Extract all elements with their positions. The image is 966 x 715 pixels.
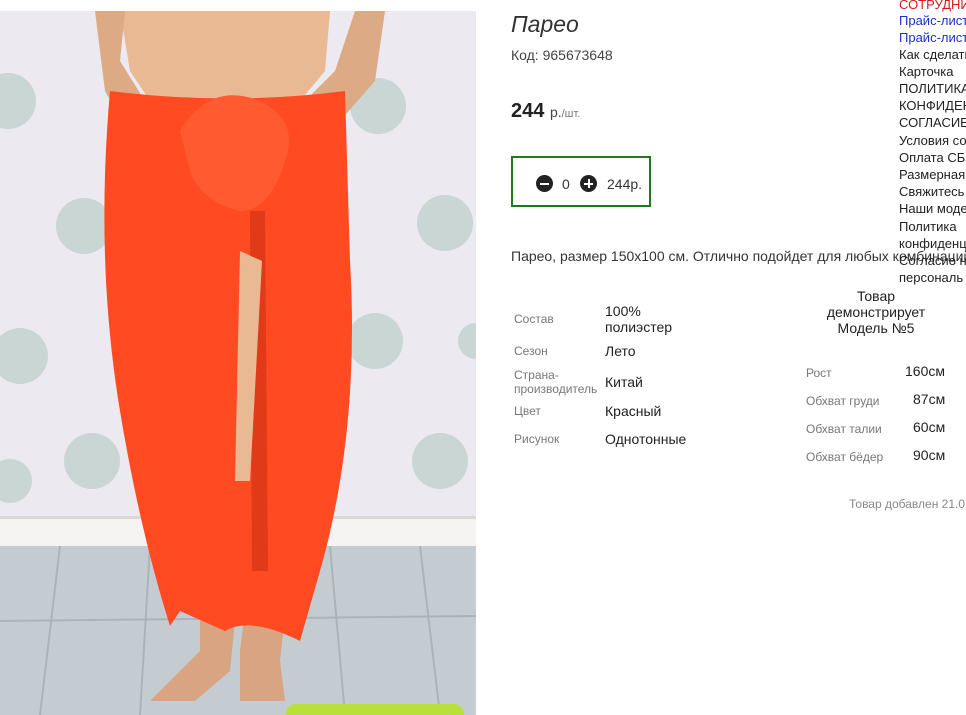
price-currency: р. bbox=[549, 104, 562, 120]
sidebar-item[interactable]: Условия со bbox=[899, 133, 966, 148]
model-size-value: 90см bbox=[913, 447, 946, 463]
info-sidebar: СОТРУДНИ Прайс-лист Прайс-лист Как сдела… bbox=[899, 0, 966, 290]
sidebar-item[interactable]: СОГЛАСИЕ bbox=[899, 115, 966, 130]
sidebar-item[interactable]: Согласие н bbox=[899, 253, 966, 268]
sidebar-item[interactable]: КОНФИДЕН bbox=[899, 98, 966, 113]
quantity-value[interactable]: 0 bbox=[562, 176, 570, 192]
model-size-value: 60см bbox=[913, 419, 946, 435]
property-value: Лето bbox=[605, 343, 636, 359]
property-value: Однотонные bbox=[605, 431, 687, 447]
sidebar-item[interactable]: Карточка bbox=[899, 64, 953, 79]
property-key: Страна-производитель bbox=[514, 368, 598, 396]
model-size-key: Обхват талии bbox=[806, 422, 882, 436]
product-photo-illustration bbox=[0, 11, 476, 715]
added-date-text: Товар добавлен 21.0 bbox=[849, 497, 966, 511]
model-size-key: Обхват груди bbox=[806, 394, 880, 408]
product-title: Парео bbox=[511, 11, 579, 37]
add-to-cart-button[interactable] bbox=[286, 704, 464, 715]
model-size-row: Обхват груди 87см bbox=[806, 391, 945, 410]
sidebar-item[interactable]: конфиденц bbox=[899, 236, 966, 251]
sidebar-item[interactable]: Наши моде bbox=[899, 201, 966, 216]
sidebar-item[interactable]: СОТРУДНИ bbox=[899, 0, 966, 12]
minus-circle-icon[interactable] bbox=[536, 175, 553, 192]
plus-circle-icon[interactable] bbox=[580, 175, 597, 192]
product-price: 244 р./шт. bbox=[511, 100, 580, 123]
sidebar-link-price-list[interactable]: Прайс-лист bbox=[899, 30, 966, 45]
model-size-row: Рост 160см bbox=[806, 363, 945, 382]
property-key: Состав bbox=[514, 312, 554, 326]
price-value: 244 bbox=[511, 100, 545, 122]
model-size-key: Рост bbox=[806, 366, 832, 380]
quantity-selector: 0 244р. bbox=[511, 156, 651, 207]
model-size-row: Обхват бёдер 90см bbox=[806, 447, 945, 466]
model-caption: Товар демонстрирует Модель №5 bbox=[826, 288, 926, 336]
price-unit: р./шт. bbox=[550, 104, 580, 120]
product-code: Код: 965673648 bbox=[511, 47, 613, 63]
sidebar-item[interactable]: Как сделать bbox=[899, 47, 966, 62]
product-description: Парео, размер 150х100 см. Отлично подойд… bbox=[511, 248, 966, 264]
model-size-value: 160см bbox=[905, 363, 945, 379]
sidebar-item[interactable]: Оплата СБ bbox=[899, 150, 965, 165]
property-key: Рисунок bbox=[514, 432, 560, 446]
sidebar-item[interactable]: Свяжитесь bbox=[899, 184, 964, 199]
sidebar-item[interactable]: Политика bbox=[899, 219, 957, 234]
price-per-unit: /шт. bbox=[561, 108, 581, 120]
sidebar-item[interactable]: Размерная bbox=[899, 167, 965, 182]
model-size-key: Обхват бёдер bbox=[806, 450, 884, 464]
sidebar-item[interactable]: ПОЛИТИКА bbox=[899, 81, 966, 96]
product-photo[interactable] bbox=[0, 11, 476, 715]
property-value: Китай bbox=[605, 374, 643, 390]
model-size-row: Обхват талии 60см bbox=[806, 419, 945, 438]
model-size-value: 87см bbox=[913, 391, 946, 407]
sidebar-link-price-list[interactable]: Прайс-лист bbox=[899, 13, 966, 28]
property-key: Сезон bbox=[514, 344, 548, 358]
quantity-total: 244р. bbox=[607, 176, 643, 192]
property-value: 100% полиэстер bbox=[605, 303, 673, 335]
property-key: Цвет bbox=[514, 404, 541, 418]
sidebar-item[interactable]: персональ bbox=[899, 270, 963, 285]
property-value: Красный bbox=[605, 403, 662, 419]
